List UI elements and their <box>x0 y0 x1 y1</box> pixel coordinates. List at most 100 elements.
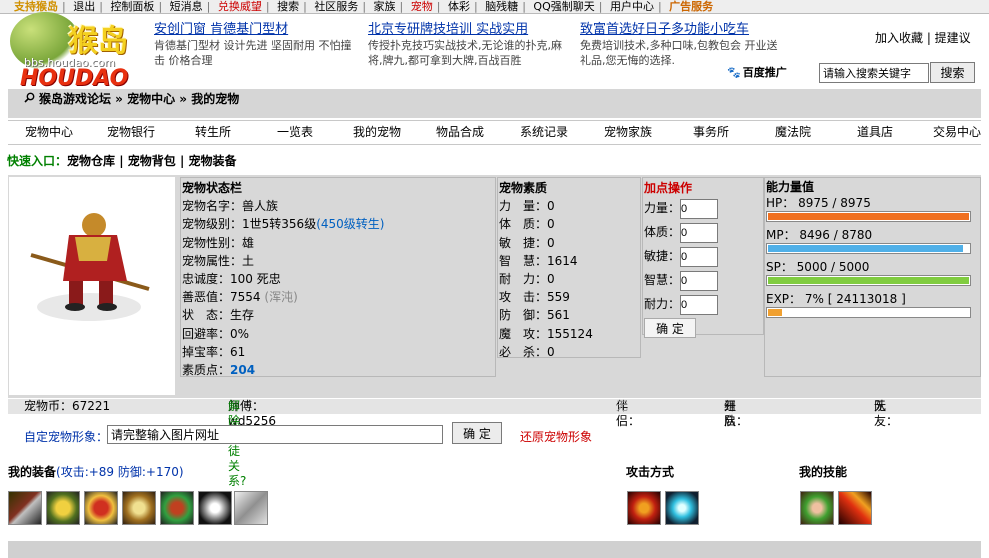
menu-item-user-center[interactable]: 用户中心 <box>610 0 654 13</box>
attack-fire-strike-icon[interactable] <box>627 491 661 525</box>
quick-link-equipment[interactable]: 宠物装备 <box>189 154 237 168</box>
pet-status-panel: 宠物状态栏 宠物名字：兽人族 宠物级别：1世5转356级(450级转生) 宠物性… <box>180 177 496 377</box>
pet-info-bar: 宠物币：67221 师傅：wd5256 →解除师徒关系? 伴侣：无 组队：开启 … <box>8 399 981 488</box>
equip-boots-icon[interactable] <box>234 491 268 525</box>
status-level: 宠物级别：1世5转356级(450级转生) <box>182 217 385 232</box>
ad-title-2[interactable]: 北京专研牌技培训 实战实用 <box>368 22 568 38</box>
add-points-confirm-button[interactable]: 确 定 <box>644 318 696 339</box>
paw-icon: 🐾 <box>727 66 741 79</box>
menu-item-ad-service[interactable]: 广告服务 <box>669 0 713 13</box>
quick-link-backpack[interactable]: 宠物背包 <box>128 154 176 168</box>
menu-item-messages[interactable]: 短消息 <box>170 0 203 13</box>
search-button[interactable]: 搜索 <box>930 62 975 83</box>
quality-constitution: 体 质：0 <box>499 217 555 232</box>
add-agility-input[interactable] <box>680 246 719 267</box>
equip-belt-icon[interactable] <box>160 491 194 525</box>
quality-endurance: 耐 力：0 <box>499 272 555 287</box>
exp-bar <box>766 307 971 318</box>
pet-nav-bar: 宠物中心 宠物银行 转生所 一览表 我的宠物 物品合成 系统记录 宠物家族 事务… <box>8 120 981 145</box>
mp-text: MP： 8496 / 8780 <box>766 228 873 242</box>
quick-entry-label: 快速入口： <box>7 154 68 168</box>
ad-title-1[interactable]: 安创门窗 肯德基门型材 <box>154 22 359 38</box>
menu-item-lottery[interactable]: 体彩 <box>448 0 470 13</box>
pet-image <box>9 177 175 395</box>
custom-image-label: 自定宠物形象： <box>24 430 109 444</box>
equip-ring-icon[interactable] <box>198 491 232 525</box>
nav-my-pet[interactable]: 我的宠物 <box>336 121 418 144</box>
equip-gloves-icon[interactable] <box>122 491 156 525</box>
status-name: 宠物名字：兽人族 <box>182 199 279 214</box>
quick-link-storage[interactable]: 宠物仓库 <box>67 154 115 168</box>
nav-pet-family[interactable]: 宠物家族 <box>586 121 670 144</box>
nav-overview[interactable]: 一览表 <box>254 121 336 144</box>
menu-item-community[interactable]: 社区服务 <box>314 0 358 13</box>
nav-item-shop[interactable]: 道具店 <box>834 121 916 144</box>
nav-office[interactable]: 事务所 <box>670 121 752 144</box>
menu-item-candy[interactable]: 脑残糖 <box>485 0 518 13</box>
skill-flame-icon[interactable] <box>838 491 872 525</box>
attack-ice-orb-icon[interactable] <box>665 491 699 525</box>
search-input[interactable] <box>819 63 929 83</box>
logo-brand: HOUDAO <box>20 66 129 91</box>
pet-coin: 宠物币：67221 <box>24 399 111 413</box>
quality-wisdom: 智 慧：1614 <box>499 253 578 268</box>
skill-beast-icon[interactable] <box>800 491 834 525</box>
status-morality: 善恶值：7554 (浑沌) <box>182 290 298 305</box>
add-strength-row: 力量： <box>644 197 763 221</box>
bottom-bar <box>8 541 981 558</box>
nav-pet-bank[interactable]: 宠物银行 <box>90 121 172 144</box>
baidu-promo[interactable]: 🐾 百度推广 <box>727 64 787 80</box>
sp-bar-fill <box>768 277 969 284</box>
ad-block-2: 北京专研牌技培训 实战实用 传授扑克技巧实战技术,无论谁的扑克,麻将,牌九,都可… <box>368 22 568 68</box>
nav-rebirth[interactable]: 转生所 <box>172 121 254 144</box>
monkey-warrior-icon <box>30 213 150 321</box>
add-constitution-input[interactable] <box>680 222 719 243</box>
ad-block-1: 安创门窗 肯德基门型材 肯德基门型材 设计先进 坚固耐用 不怕撞击 价格合理 <box>154 22 359 68</box>
status-quality-points: 素质点：204 <box>182 363 256 378</box>
menu-item-qq-chat[interactable]: QQ强制聊天 <box>533 0 594 13</box>
add-strength-input[interactable] <box>680 198 719 219</box>
attack-section-title: 攻击方式 <box>626 465 675 479</box>
breadcrumb: 猴岛游戏论坛 » 宠物中心 » 我的宠物 <box>8 89 981 118</box>
status-state: 状 态：生存 <box>182 308 255 323</box>
menu-item-search[interactable]: 搜索 <box>277 0 299 13</box>
equip-armor-icon[interactable] <box>84 491 118 525</box>
status-title: 宠物状态栏 <box>182 181 243 195</box>
nav-magic-hall[interactable]: 魔法院 <box>752 121 834 144</box>
menu-item-family[interactable]: 家族 <box>374 0 396 13</box>
menu-item-pet[interactable]: 宠物 <box>411 0 433 13</box>
nav-item-synthesis[interactable]: 物品合成 <box>418 121 502 144</box>
logo-title: 猴岛 <box>68 24 128 59</box>
nav-trade-center[interactable]: 交易中心 <box>916 121 989 144</box>
magnifier-icon <box>24 92 35 103</box>
quality-defense: 防 御：561 <box>499 308 570 323</box>
ad-desc-1: 肯德基门型材 设计先进 坚固耐用 不怕撞击 价格合理 <box>154 39 352 67</box>
custom-image-confirm-button[interactable]: 确 定 <box>452 422 502 444</box>
status-gender: 宠物性别：雄 <box>182 235 255 250</box>
mp-bar-fill <box>768 245 963 252</box>
quality-attack: 攻 击：559 <box>499 290 570 305</box>
equip-sword-icon[interactable] <box>8 491 42 525</box>
exp-bar-fill <box>768 309 783 316</box>
custom-image-url-input[interactable] <box>107 425 443 444</box>
nav-system-log[interactable]: 系统记录 <box>502 121 586 144</box>
add-points-panel: 加点操作 力量： 体质： 敏捷： 智慧： 耐力： 确 定 <box>642 177 764 339</box>
ad-title-3[interactable]: 致富首选好日子多功能小吃车 <box>580 22 780 38</box>
status-dodge: 回避率：0% <box>182 326 250 341</box>
add-wisdom-input[interactable] <box>680 270 719 291</box>
hp-text: HP： 8975 / 8975 <box>766 196 871 210</box>
dissolve-master-link[interactable]: 解除师徒关系? <box>228 399 246 489</box>
add-wisdom-row: 智慧： <box>644 269 763 293</box>
sp-text: SP： 5000 / 5000 <box>766 260 870 274</box>
nav-pet-center[interactable]: 宠物中心 <box>8 121 90 144</box>
site-logo[interactable]: 猴岛 bbs.houdao.com HOUDAO <box>8 10 153 91</box>
skills-section-title: 我的技能 <box>799 465 848 479</box>
restore-image-link[interactable]: 还原宠物形象 <box>520 428 592 445</box>
favorite-suggest-links[interactable]: 加入收藏 | 提建议 <box>875 29 971 46</box>
breadcrumb-text[interactable]: 猴岛游戏论坛 » 宠物中心 » 我的宠物 <box>39 92 239 106</box>
equip-helmet-icon[interactable] <box>46 491 80 525</box>
ability-panel: 能力量值 HP： 8975 / 8975 MP： 8496 / 8780 SP：… <box>764 177 981 377</box>
menu-item-exchange[interactable]: 兑换威望 <box>218 0 262 13</box>
add-endurance-input[interactable] <box>680 294 719 315</box>
quality-title: 宠物素质 <box>499 181 548 195</box>
